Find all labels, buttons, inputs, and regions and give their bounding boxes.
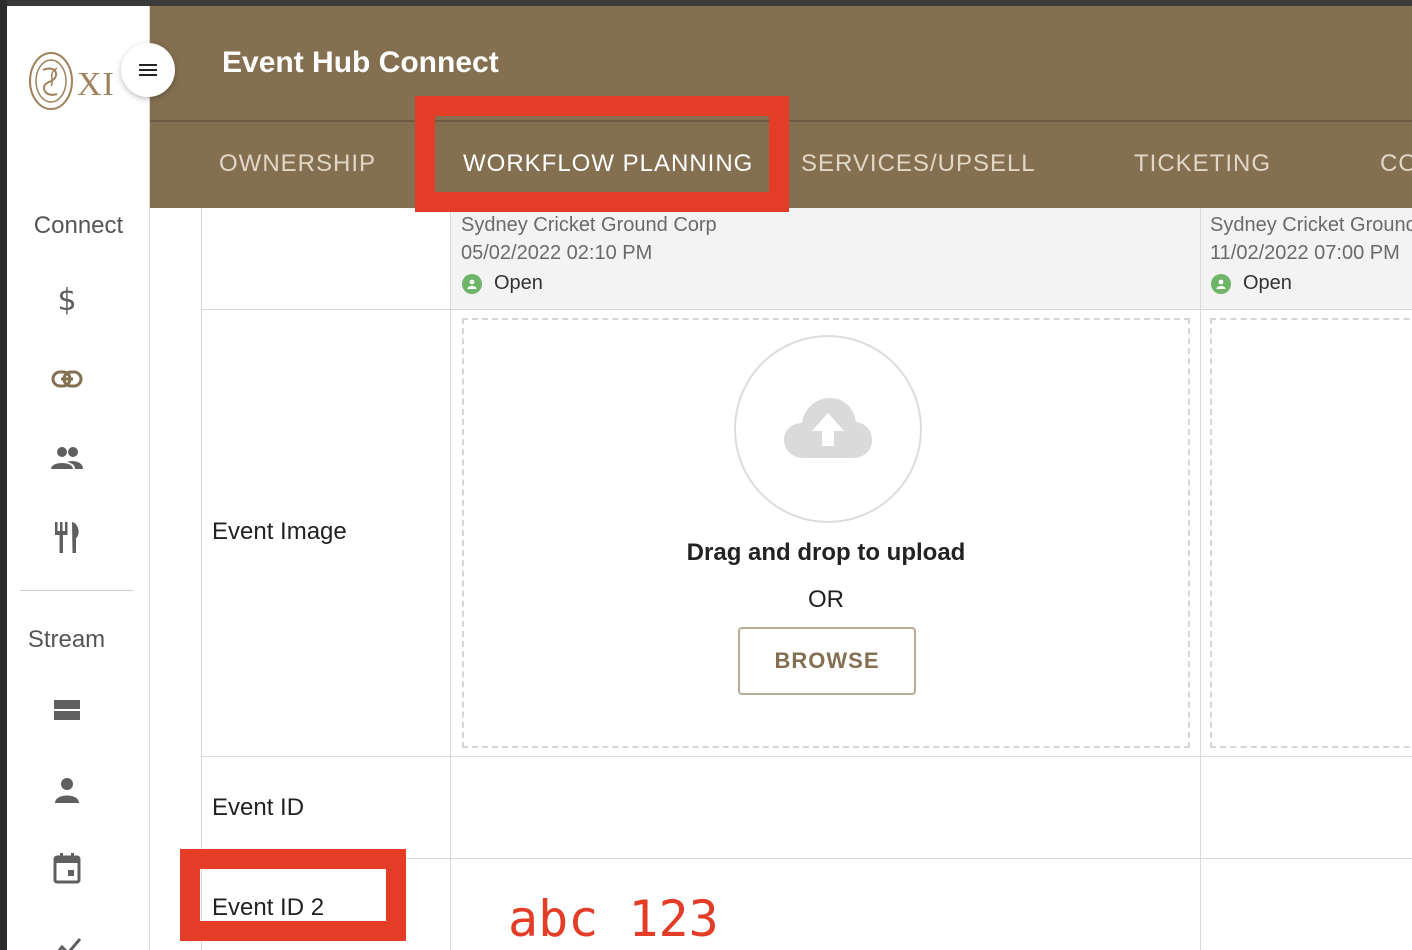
status-text: Open bbox=[494, 272, 543, 294]
tab-ownership[interactable]: OWNERSHIP bbox=[219, 150, 376, 178]
upload-circle[interactable] bbox=[734, 335, 922, 523]
status-text: Open bbox=[1243, 272, 1292, 294]
restaurant-icon[interactable] bbox=[49, 519, 85, 555]
dollar-icon[interactable]: $ bbox=[49, 282, 85, 318]
or-text: OR bbox=[808, 586, 844, 613]
event-datetime: 11/02/2022 07:00 PM bbox=[1210, 242, 1400, 264]
status-badge: Open bbox=[462, 272, 543, 295]
logo-emblem-icon bbox=[29, 52, 73, 110]
sidebar-divider bbox=[20, 590, 134, 591]
chart-line-icon[interactable] bbox=[49, 930, 85, 950]
row-label-event-id: Event ID bbox=[212, 794, 305, 821]
tab-co[interactable]: CO bbox=[1380, 150, 1412, 178]
tab-services-upsell[interactable]: SERVICES/UPSELL bbox=[801, 150, 1036, 178]
tab-ticketing[interactable]: TICKETING bbox=[1134, 150, 1271, 178]
event-header-cell[interactable]: Sydney Cricket Ground 11/02/2022 07:00 P… bbox=[1201, 208, 1412, 309]
browse-button[interactable]: BROWSE bbox=[738, 627, 916, 695]
grid-line bbox=[201, 208, 202, 950]
status-badge: Open bbox=[1211, 272, 1292, 295]
section-label-stream: Stream bbox=[27, 626, 106, 653]
image-dropzone[interactable]: Drag and drop to upload OR BROWSE bbox=[462, 318, 1190, 748]
grid-line bbox=[201, 756, 1412, 757]
image-dropzone[interactable] bbox=[1210, 318, 1412, 748]
menu-toggle-button[interactable] bbox=[121, 43, 175, 97]
window-left-edge bbox=[0, 0, 7, 950]
event-header-cell[interactable]: Sydney Cricket Ground Corp 05/02/2022 02… bbox=[451, 208, 1200, 309]
hamburger-icon bbox=[139, 64, 157, 76]
person-icon[interactable] bbox=[49, 772, 85, 808]
event-organization: Sydney Cricket Ground bbox=[1210, 214, 1412, 236]
view-stream-icon[interactable] bbox=[49, 692, 85, 728]
cloud-upload-icon bbox=[784, 398, 872, 458]
grid-line bbox=[450, 208, 451, 950]
annotation-text: abc 123 bbox=[508, 890, 719, 948]
status-person-icon bbox=[1211, 273, 1231, 294]
link-icon[interactable] bbox=[49, 361, 85, 397]
grid-line bbox=[1200, 208, 1201, 950]
event-grid: Sydney Cricket Ground Corp 05/02/2022 02… bbox=[150, 208, 1412, 950]
event-datetime: 05/02/2022 02:10 PM bbox=[461, 242, 653, 264]
sidebar: XI Connect $ Stream bbox=[7, 6, 150, 950]
status-person-icon bbox=[462, 273, 482, 294]
people-icon[interactable] bbox=[49, 440, 85, 476]
calendar-icon[interactable] bbox=[49, 850, 85, 886]
event-organization: Sydney Cricket Ground Corp bbox=[461, 214, 717, 236]
svg-text:$: $ bbox=[57, 283, 76, 317]
drag-drop-text: Drag and drop to upload bbox=[686, 539, 966, 566]
logo-text: XI bbox=[77, 66, 115, 103]
row-label-event-image: Event Image bbox=[212, 518, 347, 545]
annotation-highlight-box bbox=[415, 96, 789, 212]
app-title: Event Hub Connect bbox=[222, 46, 499, 79]
grid-line bbox=[201, 309, 1412, 310]
section-label-connect: Connect bbox=[33, 212, 124, 239]
annotation-highlight-box bbox=[180, 849, 406, 941]
